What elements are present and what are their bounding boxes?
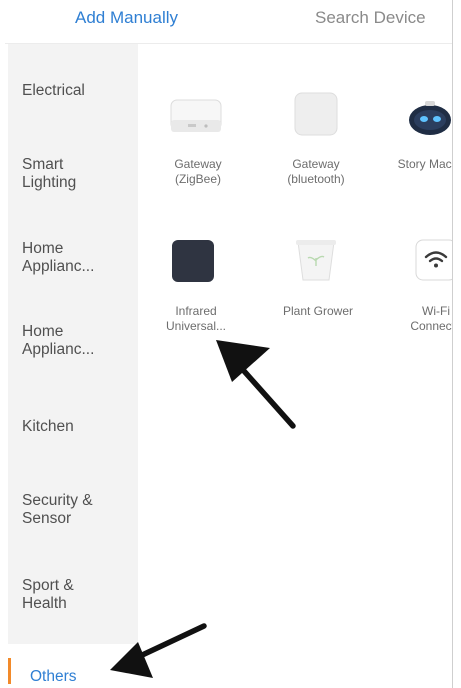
screen-edge-line — [452, 0, 453, 688]
device-item-story-machine[interactable]: Story Mach — [378, 157, 452, 172]
wifi-connector-icon[interactable] — [414, 238, 452, 282]
bluetooth-gateway-icon[interactable] — [292, 90, 340, 138]
infrared-remote-icon[interactable] — [170, 238, 216, 284]
device-item-plant-grower[interactable]: Plant Grower — [268, 304, 368, 319]
story-machine-robot-icon[interactable] — [404, 96, 452, 138]
device-item-gateway-zigbee[interactable]: Gateway (ZigBee) — [148, 157, 248, 187]
device-item-infrared-universal[interactable]: Infrared Universal... — [146, 304, 246, 334]
zigbee-gateway-icon[interactable] — [168, 96, 224, 140]
device-grid: Gateway (ZigBee) Gateway (bluetooth) Story… — [0, 0, 452, 688]
plant-pot-icon[interactable] — [292, 236, 340, 286]
device-item-gateway-bluetooth[interactable]: Gateway (bluetooth) — [266, 157, 366, 187]
device-item-wifi-connector[interactable]: Wi-FiConnecto — [386, 304, 452, 334]
